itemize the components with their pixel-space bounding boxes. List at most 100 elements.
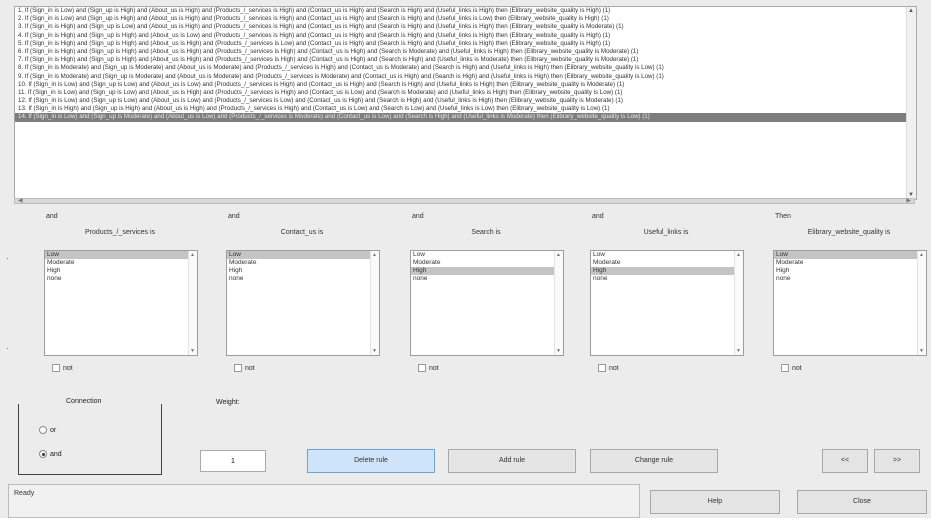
not-label: not — [63, 364, 73, 372]
scroll-up-icon[interactable]: ▲ — [372, 252, 377, 258]
not-checkbox-icon[interactable] — [598, 364, 606, 372]
listbox-option[interactable]: none — [774, 275, 926, 283]
rules-scrollbar[interactable]: ▲ ▼ — [906, 7, 916, 199]
previous-button[interactable]: << — [822, 449, 868, 473]
not-checkbox-row[interactable]: not — [781, 364, 802, 372]
scroll-up-icon[interactable]: ▲ — [190, 252, 195, 258]
listbox-scrollbar[interactable]: ▲ ▼ — [370, 251, 379, 355]
column-variable-label: Elibrary_website_quality is — [807, 229, 891, 236]
column-conjunction-label: and — [46, 213, 58, 220]
partial-column-scroll-icon: · — [6, 254, 9, 263]
listbox-option[interactable]: High — [774, 267, 926, 275]
scroll-down-icon[interactable]: ▼ — [372, 348, 377, 354]
listbox-option[interactable]: Low — [45, 251, 197, 259]
scroll-up-icon[interactable]: ▲ — [908, 8, 914, 14]
not-checkbox-icon[interactable] — [418, 364, 426, 372]
listbox-option[interactable]: Low — [227, 251, 379, 259]
rule-item[interactable]: 14. If (Sign_in is Low) and (Sign_up is … — [15, 113, 916, 122]
listbox-scrollbar[interactable]: ▲ ▼ — [917, 251, 926, 355]
listbox-option[interactable]: Low — [591, 251, 743, 259]
membership-listbox[interactable]: Low Moderate High none ▲ ▼ — [44, 250, 198, 356]
membership-listbox[interactable]: Low Moderate High none ▲ ▼ — [226, 250, 380, 356]
listbox-option[interactable]: High — [227, 267, 379, 275]
delete-rule-button[interactable]: Delete rule — [307, 449, 435, 473]
listbox-option[interactable]: Moderate — [591, 259, 743, 267]
listbox-option[interactable]: none — [591, 275, 743, 283]
radio-and-icon[interactable] — [39, 450, 47, 458]
membership-listbox[interactable]: Low Moderate High none ▲ ▼ — [410, 250, 564, 356]
listbox-option[interactable]: Moderate — [411, 259, 563, 267]
listbox-option[interactable]: High — [45, 267, 197, 275]
help-button[interactable]: Help — [650, 490, 780, 514]
scroll-down-icon[interactable]: ▼ — [556, 348, 561, 354]
column-conjunction-label: Then — [775, 213, 791, 220]
rule-item[interactable]: 2. If (Sign_in is Low) and (Sign_up is H… — [15, 15, 916, 23]
listbox-option[interactable]: Low — [411, 251, 563, 259]
not-label: not — [792, 364, 802, 372]
scroll-up-icon[interactable]: ▲ — [919, 252, 924, 258]
add-rule-button[interactable]: Add rule — [448, 449, 576, 473]
close-button[interactable]: Close — [797, 490, 927, 514]
scroll-down-icon[interactable]: ▼ — [190, 348, 195, 354]
scroll-up-icon[interactable]: ▲ — [736, 252, 741, 258]
scroll-up-icon[interactable]: ▲ — [556, 252, 561, 258]
listbox-option[interactable]: Moderate — [774, 259, 926, 267]
rule-item[interactable]: 13. If (Sign_in is High) and (Sign_up is… — [15, 105, 916, 113]
listbox-option[interactable]: Moderate — [45, 259, 197, 267]
not-checkbox-icon[interactable] — [781, 364, 789, 372]
scroll-down-icon[interactable]: ▼ — [736, 348, 741, 354]
not-checkbox-row[interactable]: not — [234, 364, 255, 372]
next-button[interactable]: >> — [874, 449, 920, 473]
membership-listbox[interactable]: Low Moderate High none ▲ ▼ — [590, 250, 744, 356]
listbox-scrollbar[interactable]: ▲ ▼ — [554, 251, 563, 355]
status-bar: Ready — [8, 484, 640, 518]
not-label: not — [245, 364, 255, 372]
weight-input[interactable] — [200, 450, 266, 472]
rule-item[interactable]: 7. If (Sign_in is High) and (Sign_up is … — [15, 56, 916, 64]
rules-list[interactable]: 1. If (Sign_in is Low) and (Sign_up is H… — [14, 6, 917, 200]
not-checkbox-icon[interactable] — [52, 364, 60, 372]
change-rule-button[interactable]: Change rule — [590, 449, 718, 473]
rule-item[interactable]: 1. If (Sign_in is Low) and (Sign_up is H… — [15, 7, 916, 15]
not-checkbox-row[interactable]: not — [52, 364, 73, 372]
rule-item[interactable]: 6. If (Sign_in is High) and (Sign_up is … — [15, 48, 916, 56]
column-conjunction-label: and — [592, 213, 604, 220]
scroll-right-icon[interactable]: ▶ — [906, 197, 911, 204]
scroll-left-icon[interactable]: ◀ — [18, 197, 23, 204]
not-label: not — [609, 364, 619, 372]
listbox-option[interactable]: none — [411, 275, 563, 283]
listbox-scrollbar[interactable]: ▲ ▼ — [734, 251, 743, 355]
listbox-scrollbar[interactable]: ▲ ▼ — [188, 251, 197, 355]
column-variable-label: Contact_us is — [280, 229, 324, 236]
rule-item[interactable]: 5. If (Sign_in is High) and (Sign_up is … — [15, 40, 916, 48]
rule-item[interactable]: 4. If (Sign_in is High) and (Sign_up is … — [15, 32, 916, 40]
column-variable-label: Useful_links is — [643, 229, 689, 236]
listbox-option[interactable]: High — [411, 267, 563, 275]
rule-item[interactable]: 3. If (Sign_in is High) and (Sign_up is … — [15, 23, 916, 31]
rule-item[interactable]: 11. If (Sign_in is Low) and (Sign_up is … — [15, 89, 916, 97]
connection-and-option[interactable]: and — [39, 450, 62, 458]
rule-item[interactable]: 8. If (Sign_in is Moderate) and (Sign_up… — [15, 64, 916, 72]
radio-or-icon[interactable] — [39, 426, 47, 434]
membership-listbox[interactable]: Low Moderate High none ▲ ▼ — [773, 250, 927, 356]
not-checkbox-row[interactable]: not — [598, 364, 619, 372]
rule-item[interactable]: 9. If (Sign_in is Moderate) and (Sign_up… — [15, 73, 916, 81]
rules-list-items: 1. If (Sign_in is Low) and (Sign_up is H… — [15, 7, 916, 122]
connection-group: Connection or and — [18, 398, 162, 475]
and-label: and — [50, 450, 62, 458]
rule-item[interactable]: 12. If (Sign_in is Low) and (Sign_up is … — [15, 97, 916, 105]
scroll-down-icon[interactable]: ▼ — [919, 348, 924, 354]
or-label: or — [50, 426, 57, 434]
not-checkbox-row[interactable]: not — [418, 364, 439, 372]
listbox-option[interactable]: Moderate — [227, 259, 379, 267]
listbox-option[interactable]: Low — [774, 251, 926, 259]
partial-column-scroll-icon: · — [6, 344, 9, 353]
connection-or-option[interactable]: or — [39, 426, 56, 434]
listbox-option[interactable]: none — [227, 275, 379, 283]
listbox-option[interactable]: none — [45, 275, 197, 283]
rules-horizontal-scrollbar[interactable]: ◀ ▶ — [14, 198, 915, 204]
not-checkbox-icon[interactable] — [234, 364, 242, 372]
rule-item[interactable]: 10. If (Sign_in is Low) and (Sign_up is … — [15, 81, 916, 89]
listbox-option[interactable]: High — [591, 267, 743, 275]
connection-title: Connection — [63, 398, 105, 405]
